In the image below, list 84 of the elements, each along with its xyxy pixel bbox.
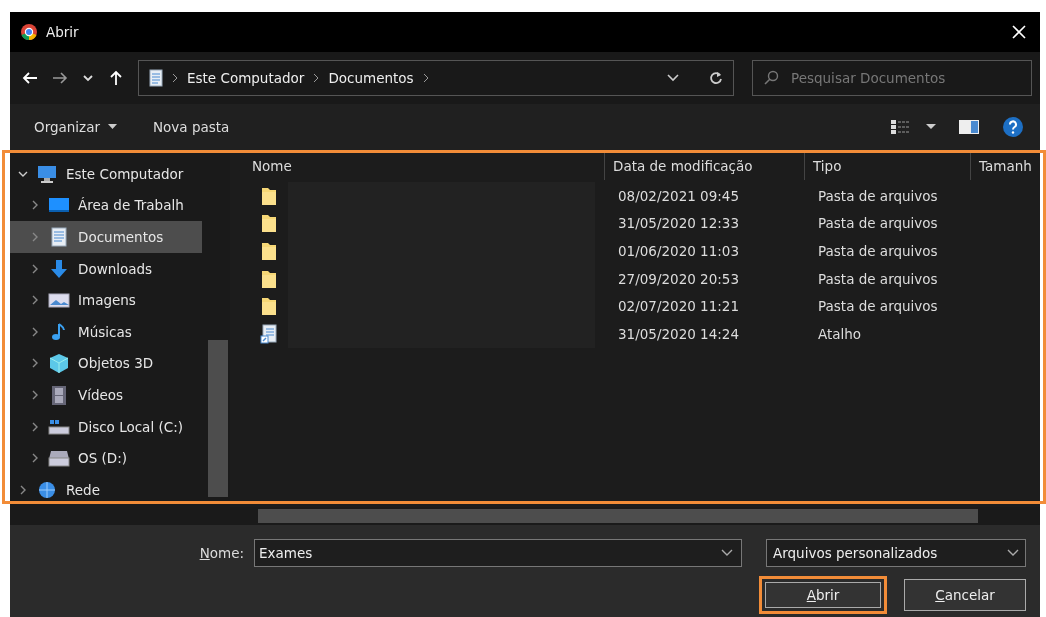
field-label: Nome: (199, 545, 244, 561)
table-cell-text: 01/06/2020 11:03 (617, 243, 740, 259)
chevron-icon (421, 73, 430, 83)
document-icon (48, 227, 70, 247)
table-cell-text: Pasta de arquivos (817, 270, 939, 287)
folder-icon (260, 185, 278, 206)
table-cell-text: 31/05/2020 14:24 (617, 325, 740, 342)
forward-arrow-icon[interactable] (52, 70, 68, 86)
close-icon (1012, 24, 1026, 39)
document-icon (149, 69, 163, 87)
chevron-right-icon (30, 295, 40, 306)
search-box[interactable]: Pesquisar Documentos (752, 60, 1032, 96)
computer-icon (36, 163, 58, 184)
dropdown-caret-icon (1007, 549, 1019, 557)
table-cell-text: 02/07/2020 11:21 (617, 298, 740, 315)
search-field[interactable]: Pesquisar Documentos (789, 62, 1021, 94)
table-cell-text: Pasta de arquivos (817, 243, 939, 259)
sidebar-item[interactable]: Área de Trabalh (10, 189, 202, 222)
cancel-button[interactable]: Cancelar (904, 579, 1026, 611)
sidebar-item[interactable]: OS (D:) (10, 442, 202, 474)
sidebar-item[interactable]: Disco Local (C:) (10, 410, 202, 443)
shortcut-icon (260, 323, 278, 344)
window-title: Abrir (46, 24, 80, 40)
table-cell-text: 08/02/2021 09:45 (617, 187, 740, 204)
sidebar-item[interactable]: Este Computador (10, 158, 202, 190)
chrome-logo-icon (20, 23, 38, 41)
up-arrow-icon[interactable] (108, 70, 124, 86)
chevron-right-icon (30, 263, 40, 274)
table-cell-text: 31/05/2020 12:33 (617, 215, 740, 232)
caret-icon (926, 124, 936, 130)
sidebar-item[interactable]: Downloads (10, 252, 202, 285)
view-menu[interactable] (890, 119, 936, 135)
folder-icon (260, 268, 278, 289)
chevron-right-icon (30, 232, 40, 242)
column-header[interactable]: Data de modificação (604, 152, 804, 180)
sidebar-item[interactable]: Músicas (10, 315, 202, 348)
organize-menu[interactable]: Organizar (34, 119, 117, 135)
folder-icon (260, 213, 278, 234)
breadcrumb[interactable]: Documentos (328, 70, 414, 86)
sidebar-item[interactable]: Rede (10, 473, 202, 506)
sidebar-item[interactable]: Documentos (10, 221, 202, 253)
drive-icon (48, 448, 70, 469)
cube-icon (48, 353, 70, 374)
folder-icon (260, 241, 278, 261)
details-view-icon (890, 119, 912, 135)
chevron-icon (171, 73, 179, 83)
sidebar-item[interactable]: Objetos 3D (10, 347, 202, 380)
chevron-icon (312, 73, 321, 83)
table-cell-text: Pasta de arquivos (817, 298, 939, 315)
download-arrow-icon (48, 258, 70, 279)
folder-icon (260, 296, 278, 317)
preview-pane-icon[interactable] (958, 119, 980, 135)
caret-icon (108, 124, 117, 130)
dropdown-caret-icon[interactable] (667, 74, 679, 82)
new-folder-button[interactable]: Nova pasta (153, 119, 230, 135)
chevron-right-icon (18, 484, 28, 495)
table-cell-text: Pasta de arquivos (817, 215, 939, 232)
chevron-right-icon (30, 200, 40, 211)
open-button[interactable]: Abrir (759, 576, 887, 614)
file-type-dropdown[interactable]: Arquivos personalizados (766, 539, 1026, 567)
column-header[interactable]: Tamanh (970, 152, 1040, 180)
refresh-icon[interactable] (709, 71, 723, 85)
dropdown-caret-icon (721, 549, 733, 557)
search-icon (763, 70, 779, 86)
scrollbar-thumb[interactable] (208, 340, 228, 497)
column-header[interactable]: Nome (244, 152, 604, 180)
column-header[interactable]: Tipo (804, 152, 970, 180)
chevron-right-icon (30, 358, 40, 369)
back-arrow-icon[interactable] (22, 70, 38, 86)
address-bar[interactable]: Este Computador Documentos (138, 60, 734, 96)
chevron-right-icon (30, 389, 40, 400)
scrollbar-thumb[interactable] (258, 509, 978, 523)
sidebar-item[interactable]: Vídeos (10, 379, 202, 411)
table-cell-text: Pasta de arquivos (817, 187, 939, 204)
sidebar-item[interactable]: Imagens (10, 284, 202, 316)
chevron-right-icon (30, 453, 40, 464)
help-icon[interactable] (1002, 116, 1024, 138)
chevron-right-icon (30, 421, 40, 432)
table-cell-text: Atalho (817, 325, 863, 342)
chevron-right-icon (30, 326, 40, 337)
breadcrumb[interactable]: Este Computador (187, 70, 305, 86)
globe-icon (36, 479, 58, 500)
picture-icon (48, 290, 70, 311)
table-cell-text: 27/09/2020 20:53 (617, 270, 740, 287)
